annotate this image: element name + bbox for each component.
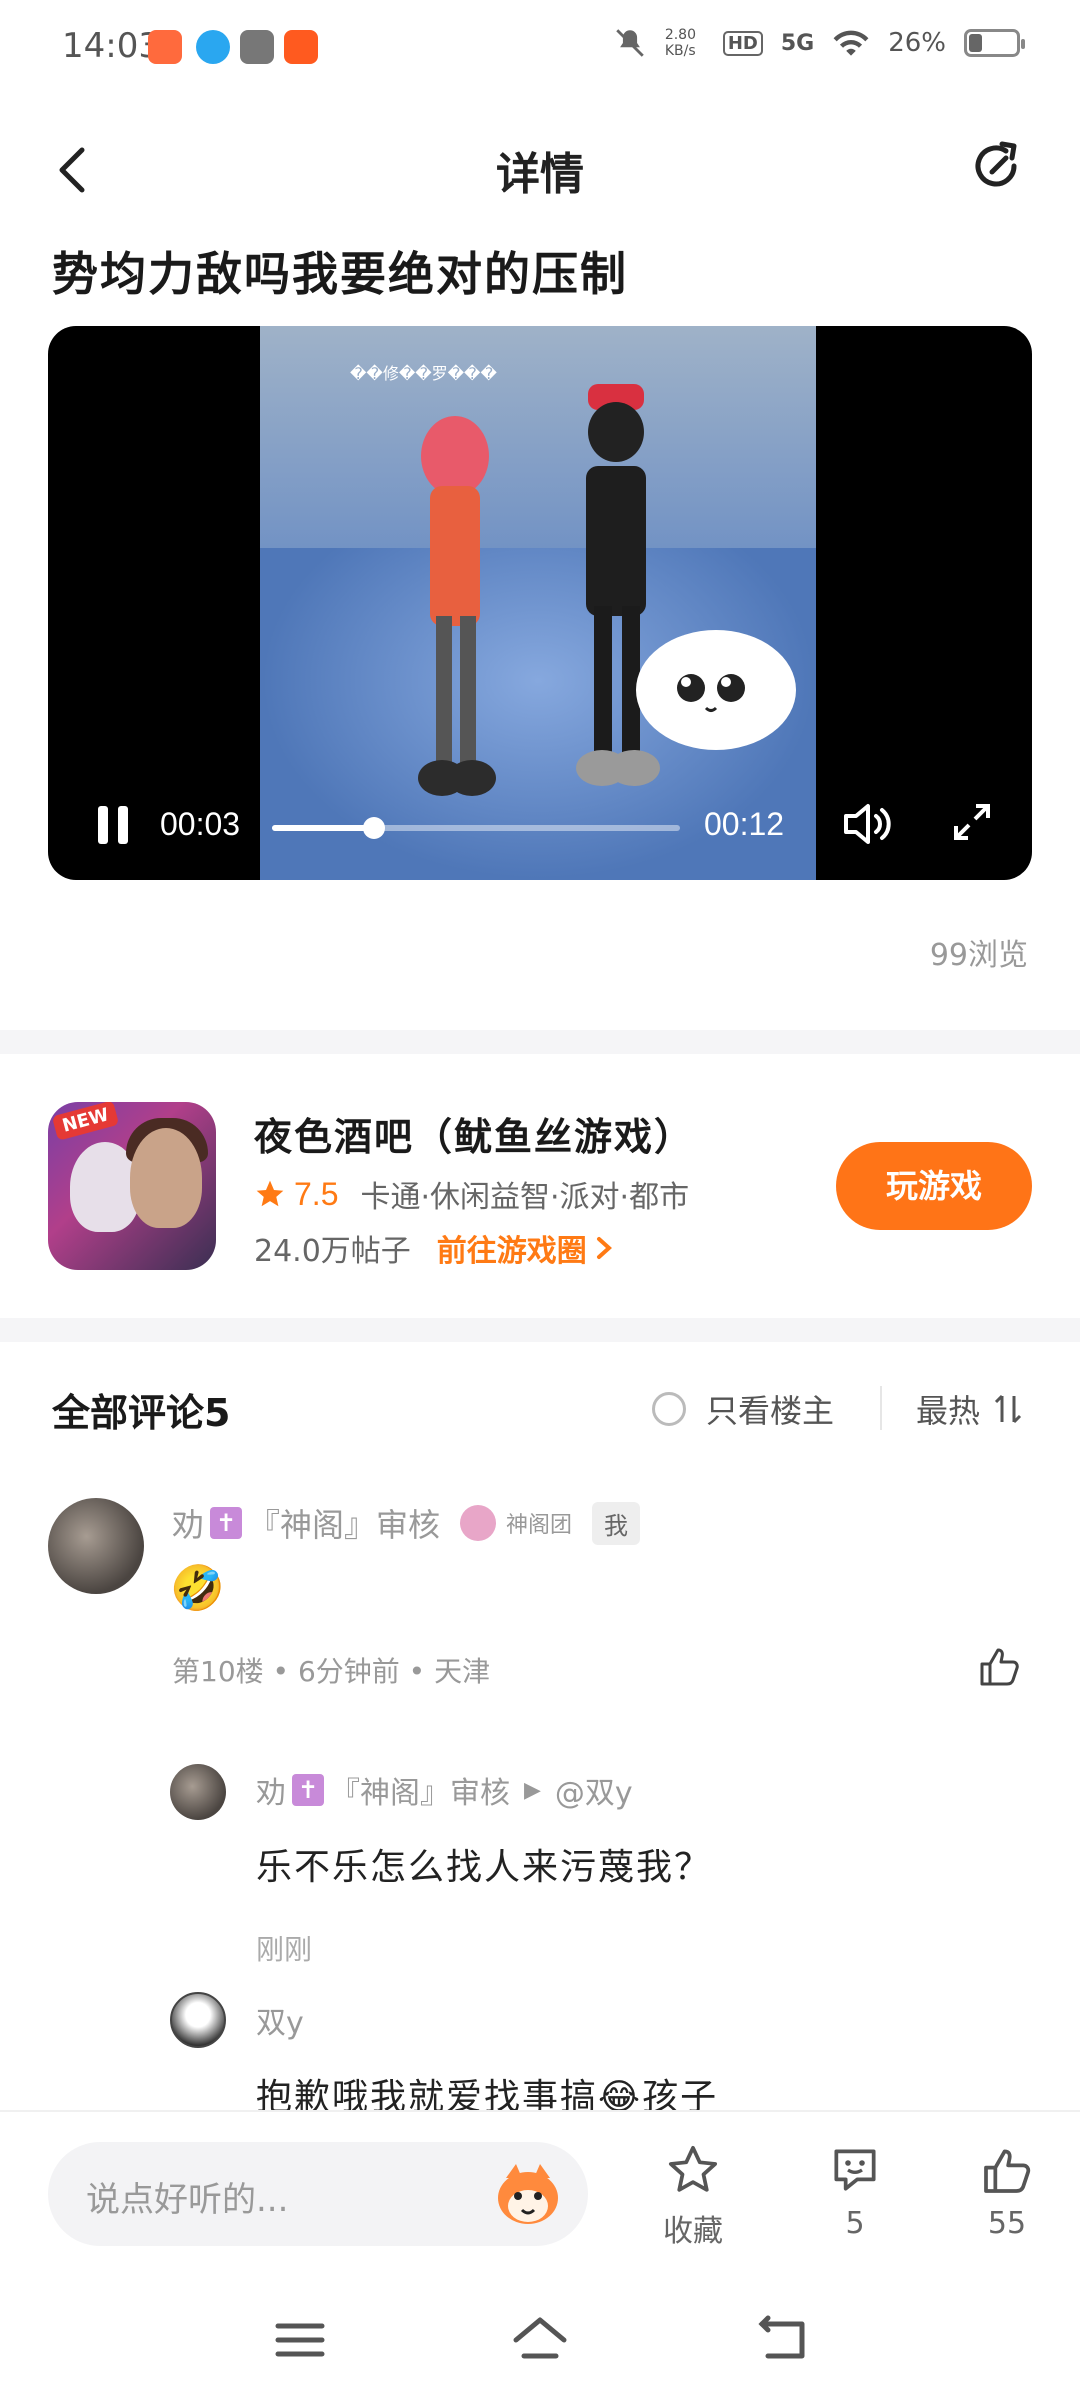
net-speed: 2.80 KB/s xyxy=(664,27,696,59)
goto-game-circle-link[interactable]: 前往游戏圈 xyxy=(437,1226,587,1270)
radio-icon[interactable] xyxy=(652,1392,686,1426)
sort-label: 最热 xyxy=(916,1392,981,1430)
play-game-button[interactable]: 玩游戏 xyxy=(836,1142,1032,1230)
comment-input-placeholder: 说点好听的... xyxy=(86,2180,289,2220)
mascot-emoji-icon[interactable] xyxy=(492,2160,564,2228)
comment-username[interactable]: 劝 ✝ 『神阁』审核 神阁团 我 xyxy=(172,1500,641,1546)
like-count: 55 xyxy=(987,2206,1027,2241)
divider xyxy=(880,1386,882,1430)
reply-arrow-icon: ▶ xyxy=(524,1777,541,1803)
only-op-label: 只看楼主 xyxy=(706,1392,835,1430)
me-tag: 我 xyxy=(592,1501,641,1545)
comment-button[interactable]: 5 xyxy=(800,2142,910,2241)
video-progress-knob[interactable] xyxy=(363,817,385,839)
reply-username[interactable]: 劝 ✝ 『神阁』审核 ▶ @双y xyxy=(256,1768,633,1812)
comment-meta: 第10楼 • 6分钟前 • 天津 xyxy=(172,1655,491,1688)
notification-icon xyxy=(240,30,274,64)
reply-time: 刚刚 xyxy=(256,1933,313,1966)
favorite-button[interactable]: 收藏 xyxy=(638,2142,748,2250)
back-nav-icon[interactable] xyxy=(752,2310,812,2370)
battery-icon xyxy=(964,29,1025,57)
group-name: 神阁团 xyxy=(506,1513,573,1538)
section-divider xyxy=(0,1030,1080,1054)
game-tags: 卡通·休闲益智·派对·都市 xyxy=(360,1180,690,1215)
game-title[interactable]: 夜色酒吧（鱿鱼丝游戏） xyxy=(254,1106,694,1161)
game-sub: 24.0万帖子 前往游戏圈 xyxy=(254,1226,617,1270)
comment-emoji: 🤣 xyxy=(170,1563,225,1614)
video-character-1 xyxy=(418,416,496,796)
thumbs-up-icon[interactable] xyxy=(976,1642,1024,1690)
game-meta: 7.5 卡通·休闲益智·派对·都市 xyxy=(254,1172,689,1216)
game-post-count: 24.0万帖子 xyxy=(254,1234,411,1269)
qq-notification-icon xyxy=(196,30,230,64)
fullscreen-icon[interactable] xyxy=(948,798,996,846)
chevron-right-icon xyxy=(596,1237,612,1259)
hd-icon: HD xyxy=(722,30,763,56)
video-total-time: 00:12 xyxy=(704,806,785,842)
only-op-toggle[interactable]: 只看楼主 xyxy=(652,1386,834,1432)
game-icon[interactable]: NEW xyxy=(48,1102,216,1270)
comment-count: 5 xyxy=(845,2206,865,2241)
sort-button[interactable]: 最热 xyxy=(916,1386,1026,1432)
bottom-action-bar: 说点好听的... 收藏 5 55 xyxy=(0,2110,1080,2260)
comments-header: 全部评论5 只看楼主 最热 xyxy=(0,1350,1080,1450)
app-notification-icon-2 xyxy=(284,30,318,64)
wifi-icon xyxy=(833,30,869,56)
pause-icon[interactable] xyxy=(92,798,136,850)
header: 详情 xyxy=(0,110,1080,230)
new-badge: NEW xyxy=(51,1102,120,1141)
post-title: 势均力敌吗我要绝对的压制 xyxy=(52,247,628,301)
mute-icon xyxy=(616,29,644,57)
share-icon[interactable] xyxy=(964,134,1028,198)
comment-icon xyxy=(834,2149,876,2191)
battery-percent: 26% xyxy=(888,28,946,58)
username-prefix: 劝 xyxy=(172,1506,205,1544)
username-suffix: 『神阁』审核 xyxy=(248,1506,441,1544)
reply-to-user[interactable]: @双y xyxy=(555,1768,633,1812)
video-overlay-name: ��修��罗��� xyxy=(350,364,497,383)
reply-avatar[interactable] xyxy=(170,1764,226,1820)
system-nav-bar xyxy=(0,2290,1080,2408)
comment-input[interactable]: 说点好听的... xyxy=(48,2142,588,2246)
group-icon xyxy=(460,1505,497,1541)
video-current-time: 00:03 xyxy=(160,806,241,842)
cross-badge: ✝ xyxy=(210,1507,243,1539)
favorite-label: 收藏 xyxy=(663,2214,723,2249)
video-player[interactable]: ��修��罗��� 00:03 00:12 xyxy=(48,326,1032,880)
home-icon[interactable] xyxy=(510,2310,570,2370)
game-rating: 7.5 xyxy=(294,1175,339,1212)
video-progress-played xyxy=(272,825,374,831)
status-bar: 14:03 2.80 KB/s HD 5G 26% xyxy=(0,0,1080,100)
status-right: 2.80 KB/s HD 5G 26% xyxy=(613,26,1025,60)
sort-icon xyxy=(994,1394,1022,1424)
thumbs-up-icon xyxy=(984,2149,1031,2193)
signal-icon: 5G xyxy=(780,30,815,56)
comments-title: 全部评论5 xyxy=(52,1391,231,1435)
page-title: 详情 xyxy=(496,149,584,200)
app-notification-icon xyxy=(148,30,182,64)
video-controls: 00:03 00:12 xyxy=(48,770,1032,880)
star-icon xyxy=(256,1180,284,1207)
reply-username[interactable]: 双y xyxy=(256,1998,304,2042)
volume-icon[interactable] xyxy=(840,798,896,850)
reply-text: 乐不乐怎么找人来污蔑我？ xyxy=(256,1847,713,1888)
like-button[interactable]: 55 xyxy=(952,2142,1062,2241)
video-progress-bar[interactable] xyxy=(272,817,680,839)
cross-badge: ✝ xyxy=(292,1774,324,1806)
game-card[interactable]: NEW 夜色酒吧（鱿鱼丝游戏） 7.5 卡通·休闲益智·派对·都市 24.0万帖… xyxy=(0,1060,1080,1310)
menu-icon[interactable] xyxy=(270,2310,330,2370)
view-count: 99浏览 xyxy=(929,938,1028,973)
reply-username-prefix: 劝 xyxy=(256,1776,286,1811)
reply-avatar[interactable] xyxy=(170,1992,226,2048)
reply-username-suffix: 『神阁』审核 xyxy=(330,1776,510,1811)
avatar[interactable] xyxy=(48,1498,144,1594)
section-divider-2 xyxy=(0,1318,1080,1342)
star-outline-icon xyxy=(668,2145,718,2192)
cute-sticker xyxy=(636,630,796,750)
status-time: 14:03 xyxy=(62,26,160,66)
